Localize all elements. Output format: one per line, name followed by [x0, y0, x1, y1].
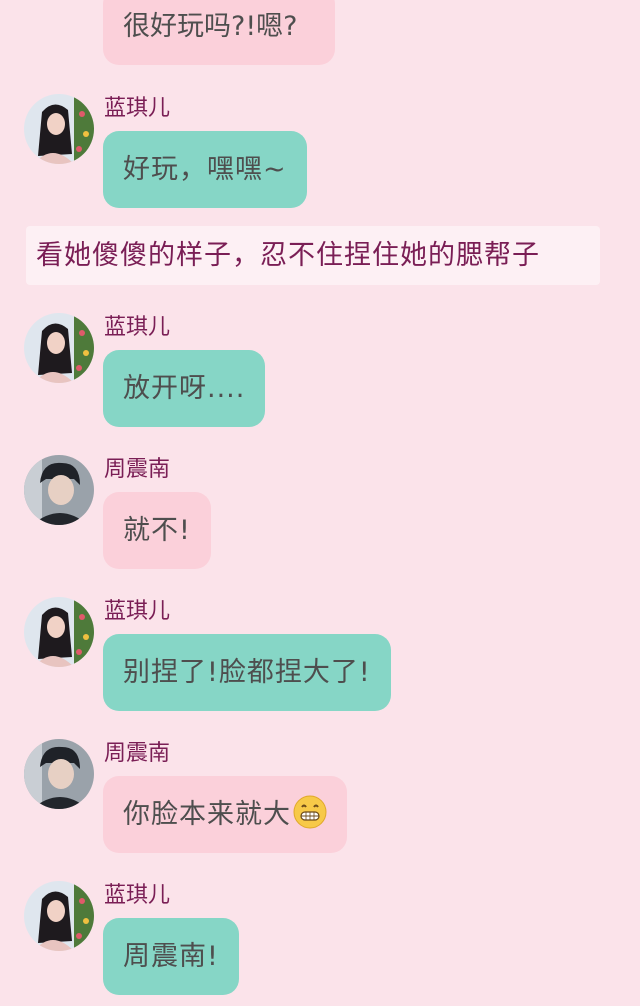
message-bubble[interactable]: 就不! [103, 492, 211, 569]
avatar[interactable] [24, 94, 94, 164]
message-text: 你脸本来就大 [123, 799, 291, 830]
avatar[interactable] [24, 313, 94, 383]
girl-avatar-icon [24, 881, 94, 951]
message-text: 很好玩吗?!嗯? [123, 11, 298, 42]
message-text: 放开呀.... [123, 373, 246, 404]
message-bubble[interactable]: 放开呀.... [103, 350, 266, 427]
chat-window: 很好玩吗?!嗯? 蓝琪儿 好玩，嘿嘿~ 看她傻傻的样子，忍不住捏住她的腮帮子 蓝… [0, 0, 640, 1006]
sender-name: 蓝琪儿 [104, 599, 171, 624]
partial-message-bubble[interactable]: 很好玩吗?!嗯? [103, 0, 335, 65]
girl-avatar-icon [24, 597, 94, 667]
sender-name: 周震南 [104, 457, 171, 482]
message-bubble[interactable]: 周震南! [103, 918, 239, 995]
message-text: 周震南! [123, 941, 219, 972]
avatar[interactable] [24, 597, 94, 667]
message-bubble[interactable]: 你脸本来就大 [103, 776, 347, 853]
grinning-face-emoji-icon [293, 795, 327, 829]
message-bubble[interactable]: 好玩，嘿嘿~ [103, 131, 307, 208]
boy-avatar-icon [24, 739, 94, 809]
sender-name: 周震南 [104, 741, 171, 766]
girl-avatar-icon [24, 313, 94, 383]
sender-name: 蓝琪儿 [104, 96, 171, 121]
avatar[interactable] [24, 739, 94, 809]
girl-avatar-icon [24, 94, 94, 164]
message-text: 好玩，嘿嘿~ [123, 154, 287, 185]
boy-avatar-icon [24, 455, 94, 525]
message-bubble[interactable]: 别捏了!脸都捏大了! [103, 634, 391, 711]
avatar[interactable] [24, 881, 94, 951]
narration-caption: 看她傻傻的样子，忍不住捏住她的腮帮子 [26, 226, 600, 285]
sender-name: 蓝琪儿 [104, 315, 171, 340]
message-text: 别捏了!脸都捏大了! [123, 657, 371, 688]
avatar[interactable] [24, 455, 94, 525]
message-text: 就不! [123, 515, 191, 546]
sender-name: 蓝琪儿 [104, 883, 171, 908]
